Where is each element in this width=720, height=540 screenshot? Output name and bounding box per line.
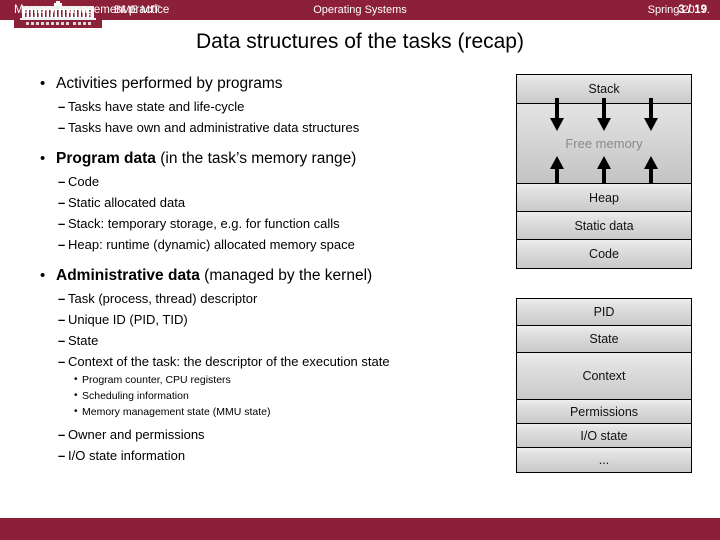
list-item: • Program counter, CPU registers [34, 372, 496, 388]
list-item-text: I/O state information [68, 448, 186, 463]
list-item-emphasis: Program data [56, 150, 156, 167]
list-bullet-marker: • [40, 75, 46, 92]
task-field-more: ... [517, 448, 691, 472]
list-bullet-marker: – [58, 99, 66, 114]
list-item: • Program data (in the task’s memory rang… [34, 147, 496, 171]
footer-topic: Memory management practice [14, 4, 170, 16]
list-item: – Heap: runtime (dynamic) allocated memor… [34, 234, 496, 255]
list-bullet-marker: – [58, 312, 66, 327]
task-field-pid-label: PID [593, 305, 615, 319]
task-field-io-state-label: I/O state [580, 428, 628, 443]
memory-segment-static-data: Static data [517, 212, 691, 240]
list-bullet-marker: – [58, 354, 66, 369]
list-bullet-marker: – [58, 333, 66, 348]
list-item: – I/O state information [34, 445, 496, 466]
list-item-text: Unique ID (PID, TID) [68, 312, 188, 327]
memory-segment-stack-label: Stack [588, 82, 620, 96]
list-item: – Context of the task: the descriptor of … [34, 351, 496, 372]
stack-growth-arrows-down [517, 98, 691, 132]
task-field-more-label: ... [598, 453, 610, 467]
list-item-emphasis: Administrative data [56, 267, 200, 284]
task-field-context-label: Context [582, 369, 626, 383]
list-item-text: Activities performed by programs [56, 75, 283, 92]
slide-number: 3 / 19 [678, 4, 707, 16]
footer-bar [0, 518, 720, 540]
list-item-text: Task (process, thread) descriptor [68, 291, 258, 306]
list-item-text: Context of the task: the descriptor of t… [68, 354, 390, 369]
arrow-down-icon [549, 98, 564, 131]
bullet-list: • Activities performed by programs – Tasks … [34, 72, 496, 466]
list-item-text: Memory management state (MMU state) [82, 406, 271, 418]
list-item: – Unique ID (PID, TID) [34, 309, 496, 330]
arrow-down-icon [644, 98, 659, 131]
list-item: – Static allocated data [34, 192, 496, 213]
task-descriptor-diagram: PID State Context Permissions I/O state … [516, 298, 692, 473]
list-item-text: State [68, 333, 99, 348]
memory-segment-code: Code [517, 240, 691, 268]
list-bullet-marker: – [58, 291, 66, 306]
list-bullet-marker: • [74, 406, 78, 417]
list-bullet-marker: – [58, 448, 66, 463]
list-bullet-marker: • [74, 390, 78, 401]
memory-segment-code-label: Code [589, 247, 619, 261]
list-item-text: Tasks have state and life-cycle [68, 99, 245, 114]
task-field-permissions-label: Permissions [569, 404, 639, 419]
list-item-text: Code [68, 174, 100, 189]
memory-segment-heap: Heap [517, 184, 691, 212]
list-item-text: Program data (in the task’s memory range… [56, 150, 357, 167]
list-item: – Tasks have own and administrative data … [34, 117, 496, 138]
task-field-state-label: State [589, 332, 619, 346]
list-item-text: Heap: runtime (dynamic) allocated memory… [68, 237, 355, 252]
memory-segment-static-data-label: Static data [574, 218, 634, 233]
list-bullet-marker: • [40, 267, 46, 284]
list-item-text: Administrative data (managed by the kern… [56, 267, 373, 284]
list-item: – State [34, 330, 496, 351]
list-item: • Activities performed by programs [34, 72, 496, 96]
list-bullet-marker: – [58, 237, 66, 252]
list-item: – Stack: temporary storage, e.g. for func… [34, 213, 496, 234]
memory-segment-free-label: Free memory [565, 136, 643, 151]
memory-segment-free: Free memory [517, 98, 691, 189]
memory-segment-heap-label: Heap [589, 190, 619, 205]
list-item-text: Stack: temporary storage, e.g. for funct… [68, 216, 340, 231]
list-bullet-marker: – [58, 427, 66, 442]
memory-segment-stack: Stack [517, 75, 691, 104]
list-item: • Administrative data (managed by the ker… [34, 264, 496, 288]
list-bullet-marker: • [40, 150, 46, 167]
list-bullet-marker: – [58, 195, 66, 210]
arrow-down-icon [596, 98, 611, 131]
list-item-text: Static allocated data [68, 195, 186, 210]
list-item-text: Owner and permissions [68, 427, 205, 442]
task-field-pid: PID [517, 299, 691, 326]
list-item: – Owner and permissions [34, 424, 496, 445]
list-bullet-marker: • [74, 374, 78, 385]
slide-title: Data structures of the tasks (recap) [196, 30, 524, 53]
list-item-text: Program counter, CPU registers [82, 374, 231, 386]
task-field-context: Context [517, 353, 691, 400]
process-memory-layout-diagram: Stack Free memory Heap Static data Code [516, 74, 692, 269]
list-bullet-marker: – [58, 216, 66, 231]
list-item-text: Tasks have own and administrative data s… [68, 120, 360, 135]
list-item: • Memory management state (MMU state) [34, 404, 496, 420]
list-item: – Tasks have state and life-cycle [34, 96, 496, 117]
list-item-text: Scheduling information [82, 390, 189, 402]
list-item: • Scheduling information [34, 388, 496, 404]
task-field-permissions: Permissions [517, 400, 691, 424]
task-field-io-state: I/O state [517, 424, 691, 448]
list-bullet-marker: – [58, 120, 66, 135]
list-item: – Code [34, 171, 496, 192]
list-item: – Task (process, thread) descriptor [34, 288, 496, 309]
task-field-state: State [517, 326, 691, 353]
list-bullet-marker: – [58, 174, 66, 189]
